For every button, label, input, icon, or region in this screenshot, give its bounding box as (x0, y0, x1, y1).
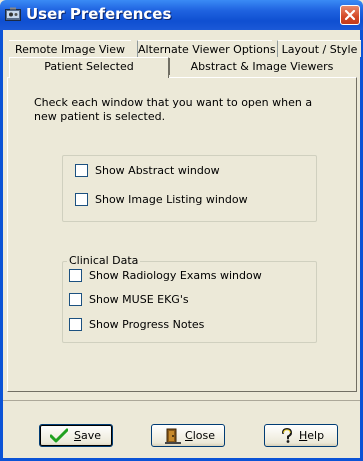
checkmark-icon (50, 428, 68, 443)
checkbox-box[interactable] (69, 318, 82, 331)
tab-label: Abstract & Image Viewers (190, 60, 334, 73)
close-button[interactable]: Close (151, 424, 225, 447)
checkbox-label: Show Abstract window (95, 164, 220, 177)
clinical-data-label: Clinical Data (67, 254, 141, 267)
tab-label: Patient Selected (44, 60, 134, 73)
close-button-label: Close (185, 429, 215, 443)
save-label-rest: ave (80, 429, 102, 442)
app-icon (5, 7, 21, 22)
window-title: User Preferences (26, 5, 172, 23)
checkbox-box[interactable] (69, 269, 82, 282)
checkbox-box[interactable] (75, 193, 88, 206)
title-bar[interactable]: User Preferences (0, 0, 363, 30)
instructions-text: Check each window that you want to open … (34, 96, 313, 123)
tab-label: Alternate Viewer Options (138, 43, 276, 56)
tab-patient-selected[interactable]: Patient Selected (9, 57, 169, 78)
tab-label: Layout / Style (281, 43, 358, 56)
save-button-label: Save (74, 429, 101, 443)
question-icon (282, 428, 293, 443)
bottom-divider (3, 400, 360, 401)
checkbox-label: Show MUSE EKG's (89, 293, 189, 306)
checkbox-box[interactable] (75, 164, 88, 177)
close-window-button[interactable] (340, 5, 360, 25)
help-label-rest: elp (307, 429, 325, 442)
checkbox-label: Show Radiology Exams window (89, 269, 262, 282)
tab-alternate-viewer-options[interactable]: Alternate Viewer Options (137, 40, 276, 57)
tab-panel (7, 77, 357, 392)
door-exit-icon (165, 428, 181, 444)
close-icon (344, 9, 356, 21)
tab-layout-style[interactable]: Layout / Style (277, 40, 361, 57)
tab-abstract-image-viewers[interactable]: Abstract & Image Viewers (169, 58, 354, 75)
help-button[interactable]: Help (264, 424, 338, 447)
checkbox-label: Show Image Listing window (95, 193, 248, 206)
checkbox-box[interactable] (69, 293, 82, 306)
close-mnemonic: C (185, 429, 193, 442)
help-button-label: Help (299, 429, 324, 443)
checkbox-label: Show Progress Notes (89, 318, 205, 331)
tab-label: Remote Image View (15, 43, 125, 56)
save-button[interactable]: Save (39, 424, 113, 447)
save-mnemonic: S (74, 429, 81, 442)
close-label-rest: lose (192, 429, 215, 442)
tab-remote-image-view[interactable]: Remote Image View (9, 40, 131, 57)
